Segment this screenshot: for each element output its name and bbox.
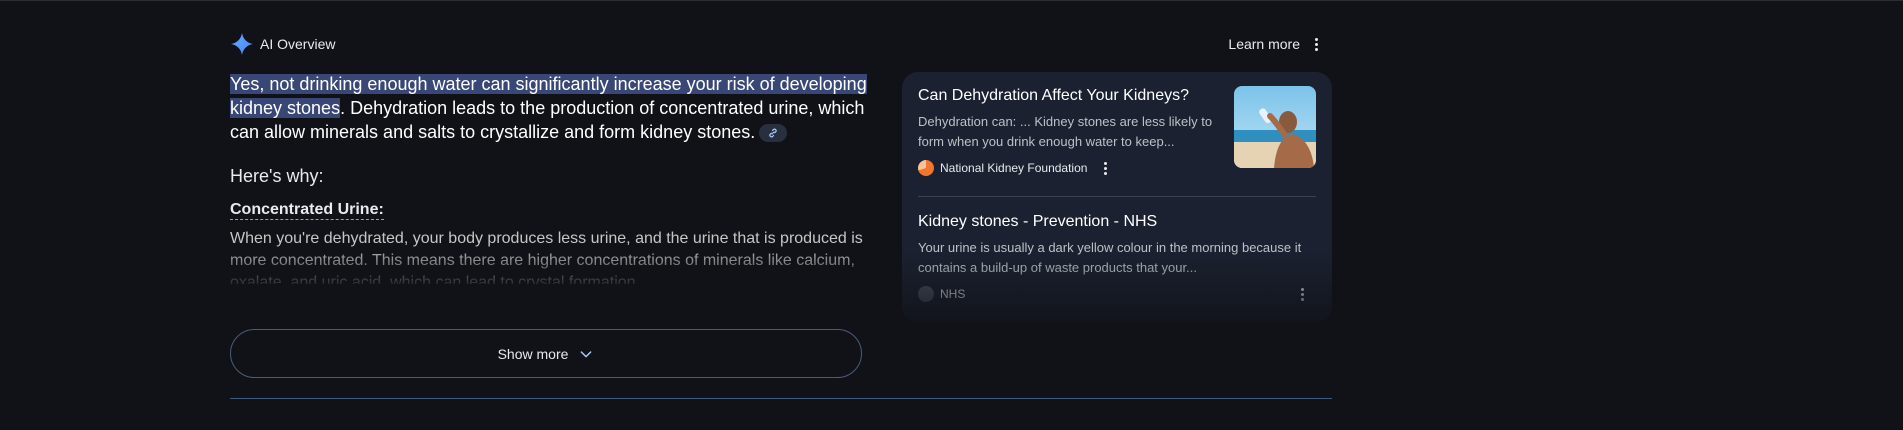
- chevron-down-icon: [581, 350, 592, 357]
- more-vert-icon[interactable]: [1306, 34, 1326, 54]
- source-thumbnail[interactable]: [1234, 86, 1316, 168]
- ai-overview-header: AI Overview Learn more: [230, 32, 1332, 56]
- ai-overview: AI Overview Learn more Yes, not drinking…: [230, 0, 1332, 430]
- source-card[interactable]: Kidney stones - Prevention - NHS Your ur…: [918, 212, 1316, 302]
- answer-column: Yes, not drinking enough water can signi…: [230, 72, 870, 284]
- link-icon: [769, 128, 777, 138]
- why-subheading[interactable]: Concentrated Urine:: [230, 201, 384, 220]
- more-vert-icon[interactable]: [1296, 287, 1308, 301]
- bottom-divider: [230, 398, 1332, 399]
- sparkle-icon: [231, 33, 253, 55]
- why-text: When you're dehydrated, your body produc…: [230, 230, 863, 284]
- why-heading: Here's why:: [230, 166, 324, 186]
- nhs-favicon-icon: [918, 286, 934, 302]
- card-divider: [918, 196, 1316, 197]
- nkf-favicon-icon: [918, 160, 934, 176]
- learn-more-link[interactable]: Learn more: [1228, 36, 1300, 52]
- source-site: National Kidney Foundation: [940, 161, 1088, 175]
- source-snippet: Dehydration can: ... Kidney stones are l…: [918, 114, 1213, 149]
- source-site: NHS: [940, 287, 966, 301]
- person-drinking-water-image: [1234, 86, 1316, 168]
- citation-chip[interactable]: [759, 124, 788, 143]
- source-snippet: Your urine is usually a dark yellow colo…: [918, 240, 1302, 275]
- source-title[interactable]: Can Dehydration Affect Your Kidneys?: [918, 86, 1218, 106]
- show-more-label: Show more: [497, 345, 569, 362]
- answer-paragraph: Yes, not drinking enough water can signi…: [230, 72, 870, 144]
- source-attribution: NHS: [918, 286, 1316, 302]
- source-title[interactable]: Kidney stones - Prevention - NHS: [918, 212, 1316, 232]
- show-more-button[interactable]: Show more: [230, 329, 862, 378]
- ai-overview-title: AI Overview: [260, 36, 336, 52]
- sources-panel: Can Dehydration Affect Your Kidneys? Deh…: [902, 72, 1332, 322]
- more-vert-icon[interactable]: [1099, 161, 1111, 175]
